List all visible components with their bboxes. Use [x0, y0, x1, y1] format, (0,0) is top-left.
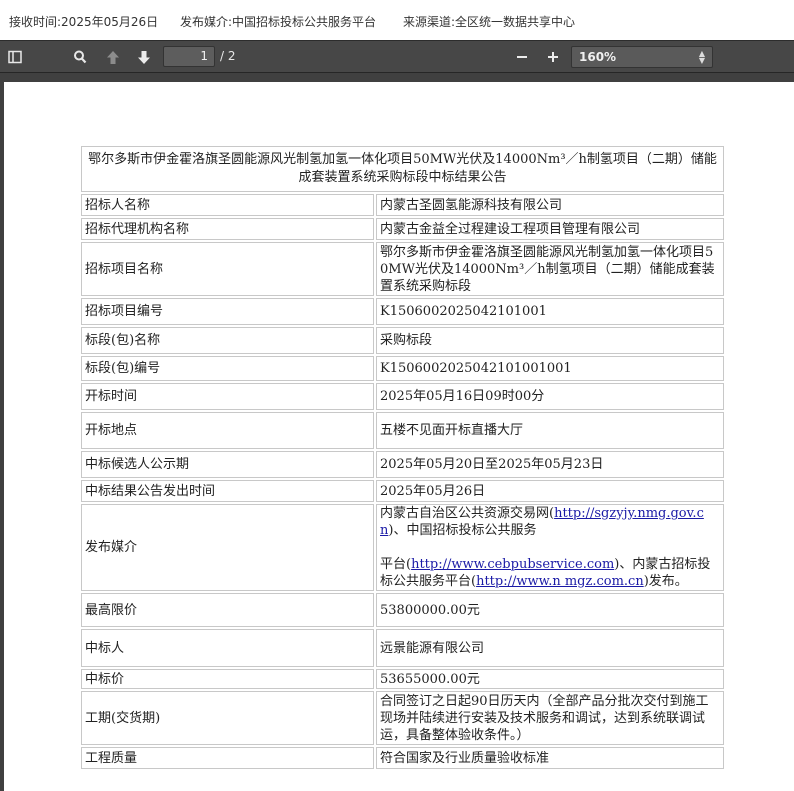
row-label: 招标项目编号 — [81, 298, 374, 325]
row-label: 招标代理机构名称 — [81, 218, 374, 240]
table-row: 标段(包)名称 采购标段 — [81, 327, 724, 354]
table-row: 招标项目名称 鄂尔多斯市伊金霍洛旗圣圆能源风光制氢加氢一体化项目50MW光伏及14… — [81, 242, 724, 296]
page-up-icon[interactable] — [103, 46, 123, 68]
link-nmgz[interactable]: http://www.n mgz.com.cn — [476, 574, 644, 589]
row-value: 内蒙古自治区公共资源交易网(http://sgzyjy.nmg.gov.cn)、… — [376, 504, 724, 591]
zoom-select[interactable]: 160% ▲ ▼ — [571, 46, 713, 68]
media-text: 内蒙古自治区公共资源交易网( — [380, 506, 555, 521]
row-value: 内蒙古圣圆氢能源科技有限公司 — [376, 194, 724, 216]
row-label: 中标人 — [81, 629, 374, 667]
row-value: 鄂尔多斯市伊金霍洛旗圣圆能源风光制氢加氢一体化项目50MW光伏及14000Nm³… — [376, 242, 724, 296]
award-notice-table: 鄂尔多斯市伊金霍洛旗圣圆能源风光制氢加氢一体化项目50MW光伏及14000Nm³… — [79, 144, 726, 771]
document-viewer[interactable]: 鄂尔多斯市伊金霍洛旗圣圆能源风光制氢加氢一体化项目50MW光伏及14000Nm³… — [0, 73, 794, 791]
row-value: 五楼不见面开标直播大厅 — [376, 412, 724, 449]
row-label: 最高限价 — [81, 593, 374, 627]
row-label: 中标价 — [81, 669, 374, 689]
media-text: )发布。 — [643, 574, 688, 589]
row-label: 中标结果公告发出时间 — [81, 480, 374, 502]
row-value: 符合国家及行业质量验收标准 — [376, 747, 724, 769]
sidebar-toggle-icon[interactable] — [5, 46, 25, 68]
row-value: 采购标段 — [376, 327, 724, 354]
row-value: 2025年05月20日至2025年05月23日 — [376, 451, 724, 478]
row-label: 招标项目名称 — [81, 242, 374, 296]
media-text: 平台( — [380, 557, 412, 572]
table-row: 工期(交货期) 合同签订之日起90日历天内（全部产品分批次交付到施工现场并陆续进行… — [81, 691, 724, 745]
received-date: 接收时间:2025年05月26日 — [9, 15, 159, 29]
link-cebpubservice[interactable]: http://www.cebpubservice.com — [411, 557, 614, 572]
table-row: 中标人 远景能源有限公司 — [81, 629, 724, 667]
row-label: 中标候选人公示期 — [81, 451, 374, 478]
table-row: 标段(包)编号 K1506002025042101001001 — [81, 356, 724, 381]
row-label: 招标人名称 — [81, 194, 374, 216]
page-down-icon[interactable] — [134, 46, 154, 68]
table-row: 中标结果公告发出时间 2025年05月26日 — [81, 480, 724, 502]
table-row: 中标价 53655000.00元 — [81, 669, 724, 689]
row-label: 标段(包)名称 — [81, 327, 374, 354]
page-number-input[interactable]: 1 — [163, 46, 215, 67]
table-row: 鄂尔多斯市伊金霍洛旗圣圆能源风光制氢加氢一体化项目50MW光伏及14000Nm³… — [81, 146, 724, 192]
table-row: 招标项目编号 K1506002025042101001 — [81, 298, 724, 325]
row-value: 2025年05月16日09时00分 — [376, 383, 724, 410]
zoom-value: 160% — [579, 50, 617, 64]
table-row: 工程质量 符合国家及行业质量验收标准 — [81, 747, 724, 769]
table-row: 招标代理机构名称 内蒙古金益全过程建设工程项目管理有限公司 — [81, 218, 724, 240]
row-value: 远景能源有限公司 — [376, 629, 724, 667]
notice-title: 鄂尔多斯市伊金霍洛旗圣圆能源风光制氢加氢一体化项目50MW光伏及14000Nm³… — [81, 146, 724, 192]
zoom-in-icon[interactable] — [543, 46, 563, 68]
table-row: 最高限价 53800000.00元 — [81, 593, 724, 627]
media-text: )、中国招标投标公共服务 — [388, 523, 537, 538]
row-label: 标段(包)编号 — [81, 356, 374, 381]
zoom-out-icon[interactable] — [512, 46, 532, 68]
table-row: 招标人名称 内蒙古圣圆氢能源科技有限公司 — [81, 194, 724, 216]
row-value: K1506002025042101001 — [376, 298, 724, 325]
publish-media: 发布媒介:中国招标投标公共服务平台 — [180, 15, 377, 29]
row-value: 2025年05月26日 — [376, 480, 724, 502]
pdf-toolbar: 1 / 2 160% ▲ ▼ — [0, 40, 794, 73]
row-value: 内蒙古金益全过程建设工程项目管理有限公司 — [376, 218, 724, 240]
page-count: / 2 — [220, 49, 236, 63]
row-label: 工期(交货期) — [81, 691, 374, 745]
row-label: 工程质量 — [81, 747, 374, 769]
info-bar: 接收时间:2025年05月26日 发布媒介:中国招标投标公共服务平台 来源渠道:… — [0, 0, 794, 40]
table-row: 中标候选人公示期 2025年05月20日至2025年05月23日 — [81, 451, 724, 478]
table-row: 开标时间 2025年05月16日09时00分 — [81, 383, 724, 410]
row-value: 合同签订之日起90日历天内（全部产品分批次交付到施工现场并陆续进行安装及技术服务… — [376, 691, 724, 745]
row-value: 53655000.00元 — [376, 669, 724, 689]
row-label: 开标时间 — [81, 383, 374, 410]
table-row: 开标地点 五楼不见面开标直播大厅 — [81, 412, 724, 449]
row-label: 开标地点 — [81, 412, 374, 449]
chevron-updown-icon: ▲ ▼ — [698, 49, 705, 65]
search-icon[interactable] — [70, 46, 90, 68]
source-channel: 来源渠道:全区统一数据共享中心 — [403, 15, 576, 29]
table-row: 发布媒介 内蒙古自治区公共资源交易网(http://sgzyjy.nmg.gov… — [81, 504, 724, 591]
pdf-page: 鄂尔多斯市伊金霍洛旗圣圆能源风光制氢加氢一体化项目50MW光伏及14000Nm³… — [4, 82, 794, 791]
row-value: K1506002025042101001001 — [376, 356, 724, 381]
row-value: 53800000.00元 — [376, 593, 724, 627]
row-label: 发布媒介 — [81, 504, 374, 591]
